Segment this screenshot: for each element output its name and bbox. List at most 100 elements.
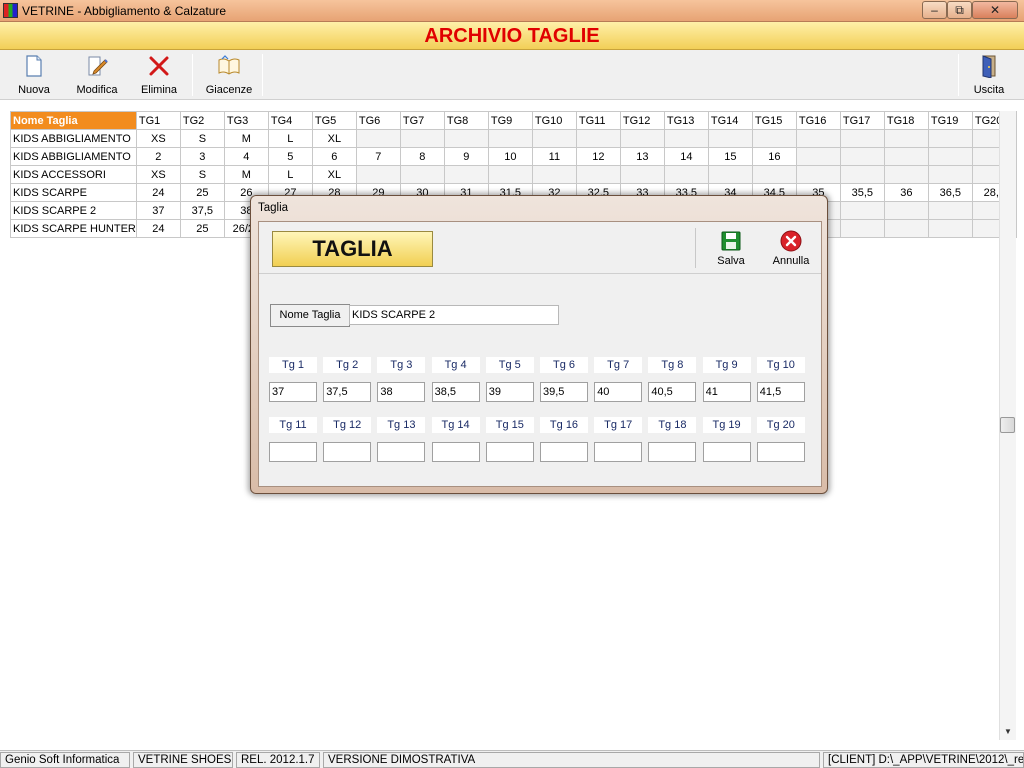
size-input-tg20[interactable] [756,442,805,462]
size-cell[interactable] [707,165,753,184]
row-name-cell[interactable]: KIDS ACCESSORI [10,165,137,184]
size-cell[interactable]: 7 [355,147,401,166]
size-cell[interactable]: XS [135,129,181,148]
scrollbar-thumb[interactable] [1000,417,1015,433]
size-input-tg8[interactable] [648,382,697,402]
size-cell[interactable] [575,129,621,148]
size-cell[interactable]: 37,5 [179,201,225,220]
column-header-tg4[interactable]: TG4 [267,111,313,130]
size-cell[interactable] [443,165,489,184]
size-cell[interactable] [883,201,929,220]
row-name-cell[interactable]: KIDS SCARPE 2 [10,201,137,220]
size-input-tg3[interactable] [377,382,426,402]
row-name-cell[interactable]: KIDS ABBIGLIAMENTO [10,147,137,166]
column-header-tg15[interactable]: TG15 [751,111,797,130]
size-cell[interactable] [839,201,885,220]
size-cell[interactable] [663,129,709,148]
size-cell[interactable]: 24 [135,183,181,202]
row-name-cell[interactable]: KIDS SCARPE HUNTER [10,219,137,238]
size-cell[interactable] [927,147,973,166]
size-cell[interactable] [927,219,973,238]
row-name-cell[interactable]: KIDS ABBIGLIAMENTO [10,129,137,148]
size-cell[interactable]: 8 [399,147,445,166]
size-cell[interactable] [795,147,841,166]
size-cell[interactable] [751,165,797,184]
size-cell[interactable] [355,129,401,148]
size-input-tg7[interactable] [594,382,643,402]
column-header-tg9[interactable]: TG9 [487,111,533,130]
size-cell[interactable]: XL [311,165,357,184]
size-input-tg12[interactable] [323,442,372,462]
nuova-button[interactable]: Nuova [12,54,56,98]
close-button[interactable]: ✕ [972,1,1018,19]
size-cell[interactable] [839,129,885,148]
size-input-tg13[interactable] [377,442,426,462]
minimize-button[interactable]: – [922,1,947,19]
restore-button[interactable]: ⧉ [947,1,972,19]
size-cell[interactable] [399,165,445,184]
size-input-tg18[interactable] [648,442,697,462]
size-input-tg16[interactable] [540,442,588,462]
giacenze-button[interactable]: Giacenze [204,54,254,98]
column-header-tg13[interactable]: TG13 [663,111,709,130]
size-cell[interactable]: M [223,129,269,148]
size-cell[interactable] [839,165,885,184]
size-cell[interactable]: 6 [311,147,357,166]
column-header-tg12[interactable]: TG12 [619,111,665,130]
size-cell[interactable] [575,165,621,184]
size-cell[interactable]: 24 [135,219,181,238]
annulla-button[interactable]: Annulla [767,230,815,270]
column-header-tg19[interactable]: TG19 [927,111,973,130]
table-row[interactable]: KIDS ABBIGLIAMENTO XS S M L XL [10,129,1017,148]
size-cell[interactable] [531,165,577,184]
size-cell[interactable]: XL [311,129,357,148]
size-cell[interactable] [883,147,929,166]
size-cell[interactable] [619,165,665,184]
column-header-tg17[interactable]: TG17 [839,111,885,130]
table-row[interactable]: KIDS ABBIGLIAMENTO 2 3 4 5 6 7 8 9 10 11 12 13 14 15 16 [10,147,1017,166]
size-cell[interactable] [795,165,841,184]
size-cell[interactable]: 14 [663,147,709,166]
size-cell[interactable] [487,165,533,184]
size-cell[interactable]: 36,5 [927,183,973,202]
size-input-tg15[interactable] [485,442,534,462]
size-cell[interactable]: 3 [179,147,225,166]
size-cell[interactable]: 11 [531,147,577,166]
size-cell[interactable] [663,165,709,184]
size-cell[interactable]: 5 [267,147,313,166]
size-cell[interactable]: L [267,129,313,148]
size-cell[interactable] [707,129,753,148]
size-cell[interactable] [487,129,533,148]
uscita-button[interactable]: Uscita [968,54,1010,98]
size-cell[interactable]: 2 [135,147,181,166]
column-header-tg5[interactable]: TG5 [311,111,357,130]
column-header-tg16[interactable]: TG16 [795,111,841,130]
size-cell[interactable] [355,165,401,184]
column-header-tg14[interactable]: TG14 [707,111,753,130]
size-cell[interactable] [883,219,929,238]
nome-taglia-input[interactable] [349,305,559,325]
size-input-tg14[interactable] [431,442,480,462]
size-cell[interactable]: S [179,129,225,148]
size-input-tg17[interactable] [594,442,643,462]
size-cell[interactable] [883,165,929,184]
size-cell[interactable] [839,219,885,238]
size-input-tg11[interactable] [269,442,317,462]
column-header-tg1[interactable]: TG1 [135,111,181,130]
column-header-tg2[interactable]: TG2 [179,111,225,130]
size-cell[interactable]: 25 [179,219,225,238]
vertical-scrollbar[interactable]: ▼ [999,111,1016,740]
modifica-button[interactable]: Modifica [74,54,120,98]
column-header-tg7[interactable]: TG7 [399,111,445,130]
column-header-tg10[interactable]: TG10 [531,111,577,130]
size-cell[interactable] [751,129,797,148]
size-cell[interactable] [927,129,973,148]
size-cell[interactable]: 37 [135,201,181,220]
size-cell[interactable]: 16 [751,147,797,166]
size-cell[interactable] [927,165,973,184]
size-cell[interactable] [399,129,445,148]
size-cell[interactable] [839,147,885,166]
size-input-tg5[interactable] [485,382,534,402]
column-header-tg18[interactable]: TG18 [883,111,929,130]
size-cell[interactable]: 36 [883,183,929,202]
